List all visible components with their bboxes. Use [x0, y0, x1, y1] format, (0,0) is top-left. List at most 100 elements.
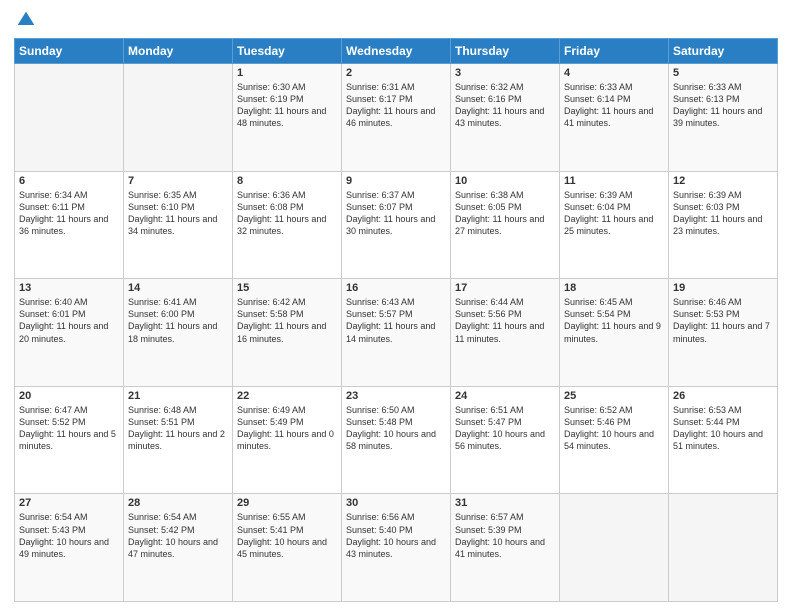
calendar-cell: 10Sunrise: 6:38 AMSunset: 6:05 PMDayligh… [451, 171, 560, 279]
calendar-cell: 20 Sunrise: 6:47 AMSunset: 5:52 PMDayligh… [15, 386, 124, 494]
day-number: 7 [128, 175, 228, 187]
col-header-tuesday: Tuesday [233, 39, 342, 64]
day-number: 30 [346, 497, 446, 509]
cell-content: Sunrise: 6:42 AMSunset: 5:58 PMDaylight:… [237, 296, 337, 345]
cell-content: Sunrise: 6:56 AMSunset: 5:40 PMDaylight:… [346, 511, 446, 560]
calendar-cell: 6Sunrise: 6:34 AMSunset: 6:11 PMDaylight… [15, 171, 124, 279]
calendar-week-2: 6Sunrise: 6:34 AMSunset: 6:11 PMDaylight… [15, 171, 778, 279]
col-header-sunday: Sunday [15, 39, 124, 64]
calendar-cell: 25 Sunrise: 6:52 AMSunset: 5:46 PMDayligh… [560, 386, 669, 494]
cell-content: Sunrise: 6:32 AMSunset: 6:16 PMDaylight:… [455, 81, 555, 130]
cell-content: Sunrise: 6:30 AMSunset: 6:19 PMDaylight:… [237, 81, 337, 130]
cell-content: Sunrise: 6:33 AMSunset: 6:13 PMDaylight:… [673, 81, 773, 130]
cell-content: Sunrise: 6:54 AMSunset: 5:42 PMDaylight:… [128, 511, 228, 560]
calendar-cell: 31 Sunrise: 6:57 AMSunset: 5:39 PMDayligh… [451, 494, 560, 602]
day-number: 16 [346, 282, 446, 294]
day-number: 14 [128, 282, 228, 294]
day-number: 3 [455, 67, 555, 79]
day-number: 2 [346, 67, 446, 79]
calendar-cell: 22 Sunrise: 6:49 AMSunset: 5:49 PMDayligh… [233, 386, 342, 494]
day-number: 12 [673, 175, 773, 187]
cell-content: Sunrise: 6:39 AMSunset: 6:03 PMDaylight:… [673, 189, 773, 238]
calendar-cell: 19Sunrise: 6:46 AMSunset: 5:53 PMDayligh… [669, 279, 778, 387]
calendar-cell: 1 Sunrise: 6:30 AMSunset: 6:19 PMDaylight… [233, 64, 342, 172]
cell-content: Sunrise: 6:31 AMSunset: 6:17 PMDaylight:… [346, 81, 446, 130]
calendar-week-5: 27 Sunrise: 6:54 AMSunset: 5:43 PMDayligh… [15, 494, 778, 602]
day-number: 9 [346, 175, 446, 187]
calendar-cell: 17Sunrise: 6:44 AMSunset: 5:56 PMDayligh… [451, 279, 560, 387]
col-header-friday: Friday [560, 39, 669, 64]
day-number: 1 [237, 67, 337, 79]
calendar-cell: 24 Sunrise: 6:51 AMSunset: 5:47 PMDayligh… [451, 386, 560, 494]
calendar-cell: 13 Sunrise: 6:40 AMSunset: 6:01 PMDayligh… [15, 279, 124, 387]
cell-content: Sunrise: 6:40 AMSunset: 6:01 PMDaylight:… [19, 296, 119, 345]
calendar-cell: 21 Sunrise: 6:48 AMSunset: 5:51 PMDayligh… [124, 386, 233, 494]
cell-content: Sunrise: 6:33 AMSunset: 6:14 PMDaylight:… [564, 81, 664, 130]
calendar-cell: 3 Sunrise: 6:32 AMSunset: 6:16 PMDaylight… [451, 64, 560, 172]
calendar-cell: 18 Sunrise: 6:45 AMSunset: 5:54 PMDayligh… [560, 279, 669, 387]
day-number: 27 [19, 497, 119, 509]
calendar-cell: 12 Sunrise: 6:39 AMSunset: 6:03 PMDayligh… [669, 171, 778, 279]
logo [14, 10, 36, 30]
day-number: 31 [455, 497, 555, 509]
day-number: 18 [564, 282, 664, 294]
day-number: 26 [673, 390, 773, 402]
day-number: 25 [564, 390, 664, 402]
day-number: 29 [237, 497, 337, 509]
logo-icon [16, 10, 36, 30]
calendar-header-row: SundayMondayTuesdayWednesdayThursdayFrid… [15, 39, 778, 64]
page: SundayMondayTuesdayWednesdayThursdayFrid… [0, 0, 792, 612]
calendar-cell: 11Sunrise: 6:39 AMSunset: 6:04 PMDayligh… [560, 171, 669, 279]
cell-content: Sunrise: 6:57 AMSunset: 5:39 PMDaylight:… [455, 511, 555, 560]
cell-content: Sunrise: 6:44 AMSunset: 5:56 PMDaylight:… [455, 296, 555, 345]
col-header-wednesday: Wednesday [342, 39, 451, 64]
day-number: 24 [455, 390, 555, 402]
calendar-cell: 5 Sunrise: 6:33 AMSunset: 6:13 PMDaylight… [669, 64, 778, 172]
cell-content: Sunrise: 6:51 AMSunset: 5:47 PMDaylight:… [455, 404, 555, 453]
day-number: 13 [19, 282, 119, 294]
day-number: 21 [128, 390, 228, 402]
day-number: 20 [19, 390, 119, 402]
calendar-week-3: 13 Sunrise: 6:40 AMSunset: 6:01 PMDayligh… [15, 279, 778, 387]
cell-content: Sunrise: 6:46 AMSunset: 5:53 PMDaylight:… [673, 296, 773, 345]
cell-content: Sunrise: 6:50 AMSunset: 5:48 PMDaylight:… [346, 404, 446, 453]
day-number: 22 [237, 390, 337, 402]
calendar-cell: 27 Sunrise: 6:54 AMSunset: 5:43 PMDayligh… [15, 494, 124, 602]
calendar-cell [15, 64, 124, 172]
cell-content: Sunrise: 6:35 AMSunset: 6:10 PMDaylight:… [128, 189, 228, 238]
cell-content: Sunrise: 6:36 AMSunset: 6:08 PMDaylight:… [237, 189, 337, 238]
cell-content: Sunrise: 6:47 AMSunset: 5:52 PMDaylight:… [19, 404, 119, 453]
calendar-cell: 26Sunrise: 6:53 AMSunset: 5:44 PMDayligh… [669, 386, 778, 494]
day-number: 11 [564, 175, 664, 187]
cell-content: Sunrise: 6:41 AMSunset: 6:00 PMDaylight:… [128, 296, 228, 345]
calendar-cell: 9 Sunrise: 6:37 AMSunset: 6:07 PMDaylight… [342, 171, 451, 279]
calendar-cell: 28 Sunrise: 6:54 AMSunset: 5:42 PMDayligh… [124, 494, 233, 602]
calendar-cell: 14 Sunrise: 6:41 AMSunset: 6:00 PMDayligh… [124, 279, 233, 387]
day-number: 5 [673, 67, 773, 79]
cell-content: Sunrise: 6:34 AMSunset: 6:11 PMDaylight:… [19, 189, 119, 238]
calendar-cell [669, 494, 778, 602]
calendar-cell: 4 Sunrise: 6:33 AMSunset: 6:14 PMDaylight… [560, 64, 669, 172]
day-number: 28 [128, 497, 228, 509]
cell-content: Sunrise: 6:38 AMSunset: 6:05 PMDaylight:… [455, 189, 555, 238]
day-number: 4 [564, 67, 664, 79]
cell-content: Sunrise: 6:54 AMSunset: 5:43 PMDaylight:… [19, 511, 119, 560]
calendar-cell: 8Sunrise: 6:36 AMSunset: 6:08 PMDaylight… [233, 171, 342, 279]
cell-content: Sunrise: 6:49 AMSunset: 5:49 PMDaylight:… [237, 404, 337, 453]
day-number: 23 [346, 390, 446, 402]
col-header-saturday: Saturday [669, 39, 778, 64]
cell-content: Sunrise: 6:52 AMSunset: 5:46 PMDaylight:… [564, 404, 664, 453]
calendar-cell: 7 Sunrise: 6:35 AMSunset: 6:10 PMDaylight… [124, 171, 233, 279]
cell-content: Sunrise: 6:48 AMSunset: 5:51 PMDaylight:… [128, 404, 228, 453]
calendar-cell: 2 Sunrise: 6:31 AMSunset: 6:17 PMDaylight… [342, 64, 451, 172]
cell-content: Sunrise: 6:45 AMSunset: 5:54 PMDaylight:… [564, 296, 664, 345]
cell-content: Sunrise: 6:43 AMSunset: 5:57 PMDaylight:… [346, 296, 446, 345]
col-header-monday: Monday [124, 39, 233, 64]
cell-content: Sunrise: 6:37 AMSunset: 6:07 PMDaylight:… [346, 189, 446, 238]
calendar-week-4: 20 Sunrise: 6:47 AMSunset: 5:52 PMDayligh… [15, 386, 778, 494]
header [14, 10, 778, 30]
calendar-cell [560, 494, 669, 602]
calendar-cell: 30 Sunrise: 6:56 AMSunset: 5:40 PMDayligh… [342, 494, 451, 602]
calendar-cell: 16 Sunrise: 6:43 AMSunset: 5:57 PMDayligh… [342, 279, 451, 387]
col-header-thursday: Thursday [451, 39, 560, 64]
